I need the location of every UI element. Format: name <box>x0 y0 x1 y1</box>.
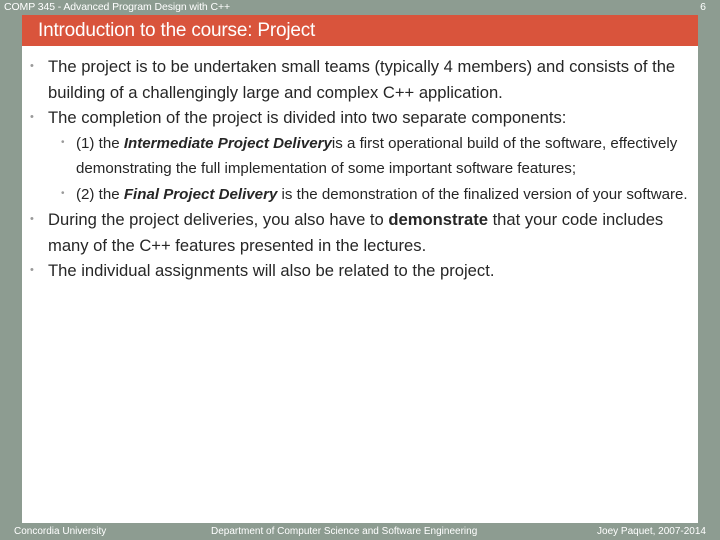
slide-title-bar: Introduction to the course: Project <box>22 15 698 46</box>
slide-footer: Concordia University Department of Compu… <box>0 523 720 540</box>
bullet-text: The project is to be undertaken small te… <box>48 54 690 105</box>
text-run: Intermediate Project Delivery <box>123 134 332 152</box>
right-decorative-band <box>698 0 720 540</box>
slide-header: COMP 345 - Advanced Program Design with … <box>0 0 720 15</box>
bullet-item: • (1) the Intermediate Project Deliveryis… <box>60 131 690 182</box>
footer-institution: Concordia University <box>14 526 107 537</box>
bullet-dot-icon: • <box>30 60 34 72</box>
bullet-dot-icon: • <box>30 213 34 225</box>
text-run: The individual assignments will also be … <box>48 261 495 280</box>
bullet-text: The individual assignments will also be … <box>48 258 690 284</box>
slide: COMP 345 - Advanced Program Design with … <box>0 0 720 540</box>
page-number: 6 <box>700 1 706 13</box>
text-run: Final Project Delivery <box>123 185 278 203</box>
bullet-dot-icon: • <box>30 264 34 276</box>
bullet-item: • The project is to be undertaken small t… <box>28 54 690 105</box>
bullet-text: (1) the Intermediate Project Deliveryis … <box>76 131 690 182</box>
text-run: is the demonstration of the finalized ve… <box>277 185 688 203</box>
bullet-item: • (2) the Final Project Delivery is the d… <box>60 182 690 208</box>
bullet-item: • The completion of the project is divide… <box>28 105 690 131</box>
text-run: (2) the <box>76 185 124 203</box>
bullet-item: • During the project deliveries, you also… <box>28 207 690 258</box>
left-decorative-band <box>0 0 22 540</box>
slide-title: Introduction to the course: Project <box>38 20 316 41</box>
bullet-text: During the project deliveries, you also … <box>48 207 690 258</box>
bullet-text: (2) the Final Project Delivery is the de… <box>76 182 690 208</box>
bullet-dot-icon: • <box>30 111 34 123</box>
footer-author: Joey Paquet, 2007-2014 <box>597 526 706 537</box>
bullet-dot-icon: • <box>61 136 65 148</box>
text-run: The project is to be undertaken small te… <box>48 57 676 102</box>
footer-department: Department of Computer Science and Softw… <box>211 526 478 537</box>
course-title: COMP 345 - Advanced Program Design with … <box>4 1 231 13</box>
slide-body: • The project is to be undertaken small t… <box>22 50 698 518</box>
bullet-item: • The individual assignments will also be… <box>28 258 690 284</box>
text-run: The completion of the project is divided… <box>48 108 567 127</box>
text-run: (1) the <box>76 134 124 152</box>
bullet-text: The completion of the project is divided… <box>48 105 690 131</box>
text-run: During the project deliveries, you also … <box>48 210 389 229</box>
bullet-list: • The project is to be undertaken small t… <box>28 54 690 284</box>
bullet-dot-icon: • <box>61 187 65 199</box>
text-run: demonstrate <box>388 210 488 229</box>
